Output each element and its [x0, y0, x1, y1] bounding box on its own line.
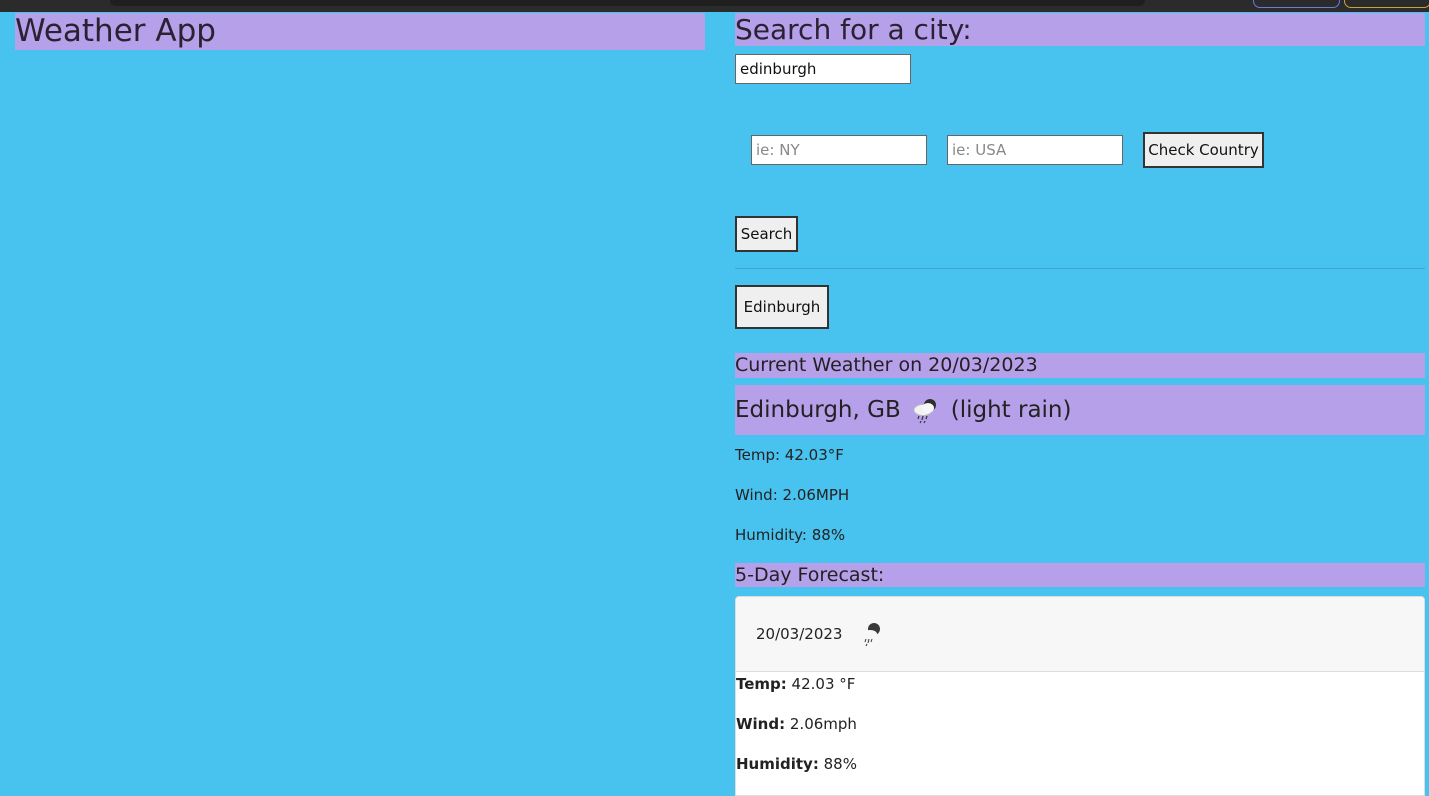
current-city-heading: Edinburgh, GB (light rain) — [735, 385, 1425, 435]
forecast-humidity: Humidity: 88% — [736, 755, 857, 773]
light-rain-icon — [856, 619, 886, 649]
forecast-wind-value: 2.06mph — [785, 715, 857, 733]
forecast-temp-value: 42.03 °F — [786, 675, 856, 693]
country-input[interactable] — [947, 135, 1123, 165]
state-input[interactable] — [751, 135, 927, 165]
current-wind: Wind: 2.06MPH — [735, 486, 850, 504]
forecast-humidity-label: Humidity: — [736, 755, 819, 773]
current-temp: Temp: 42.03°F — [735, 446, 844, 464]
current-humidity: Humidity: 88% — [735, 526, 846, 544]
forecast-humidity-value: 88% — [818, 755, 857, 773]
current-city-name: Edinburgh, GB — [735, 397, 901, 423]
search-button[interactable]: Search — [735, 216, 798, 252]
search-heading: Search for a city: — [735, 13, 1425, 46]
current-weather-description: (light rain) — [950, 397, 1072, 423]
forecast-date: 20/03/2023 — [756, 625, 843, 643]
browser-top-strip — [0, 0, 1429, 12]
forecast-wind-label: Wind: — [736, 715, 786, 733]
forecast-wind: Wind: 2.06mph — [736, 715, 857, 733]
history-city-button[interactable]: Edinburgh — [735, 285, 829, 329]
left-column: Weather App — [15, 13, 705, 50]
city-search-input[interactable] — [735, 54, 911, 84]
app-title: Weather App — [15, 13, 705, 50]
light-rain-icon — [911, 395, 941, 425]
extension-badge[interactable] — [1253, 0, 1340, 8]
forecast-heading: 5-Day Forecast: — [735, 563, 1425, 587]
forecast-card: 20/03/2023 Temp: 42.03 °F Wind: 2.06mph — [735, 596, 1425, 796]
check-country-button[interactable]: Check Country — [1143, 132, 1264, 168]
extension-badge[interactable] — [1344, 0, 1429, 8]
tab-strip — [110, 0, 1145, 6]
right-column: Search for a city: Check Country Search … — [735, 13, 1425, 796]
forecast-temp-label: Temp: — [736, 675, 787, 693]
current-weather-heading: Current Weather on 20/03/2023 — [735, 353, 1425, 378]
forecast-card-header: 20/03/2023 — [736, 597, 1424, 672]
divider — [735, 268, 1425, 269]
forecast-temp: Temp: 42.03 °F — [736, 675, 855, 693]
